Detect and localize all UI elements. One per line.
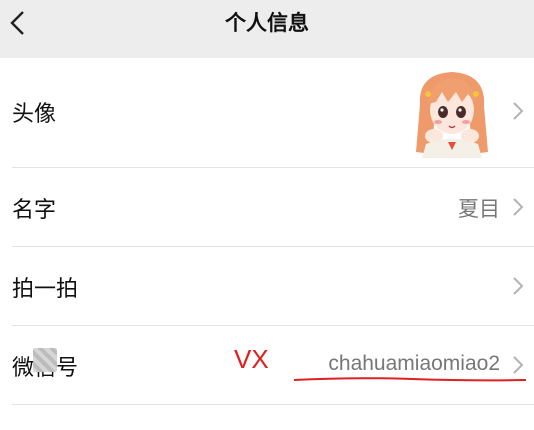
wechat-id-row[interactable]: 微信号 VX chahuamiaomiao2	[0, 326, 534, 404]
mosaic-blur	[33, 348, 57, 372]
avatar-label: 头像	[12, 102, 57, 127]
profile-list: 头像 名字 夏目 拍一拍 VX chahuamiaomiao2	[0, 58, 534, 430]
divider	[12, 404, 534, 405]
name-label: 名字	[12, 198, 57, 223]
chevron-right-icon	[513, 198, 524, 216]
red-underline-annotation	[293, 377, 527, 382]
avatar-row[interactable]: 头像	[0, 58, 534, 166]
pat-row[interactable]: 拍一拍	[0, 247, 534, 325]
name-row[interactable]: 名字 夏目	[0, 168, 534, 246]
name-value: 夏目	[458, 197, 500, 221]
chevron-right-icon	[513, 102, 524, 120]
chevron-right-icon	[513, 277, 524, 295]
page-title: 个人信息	[225, 11, 309, 35]
wechat-id-value: chahuamiaomiao2	[328, 352, 500, 375]
avatar[interactable]	[410, 64, 494, 158]
chevron-right-icon	[513, 356, 524, 374]
avatar-image	[410, 64, 494, 158]
profile-page: 个人信息 头像 名字 夏目 拍一拍 VX chahuamiaomiao2	[0, 0, 534, 430]
vx-annotation: VX	[234, 344, 269, 374]
pat-label: 拍一拍	[12, 277, 79, 302]
nav-bar: 个人信息	[0, 0, 534, 46]
